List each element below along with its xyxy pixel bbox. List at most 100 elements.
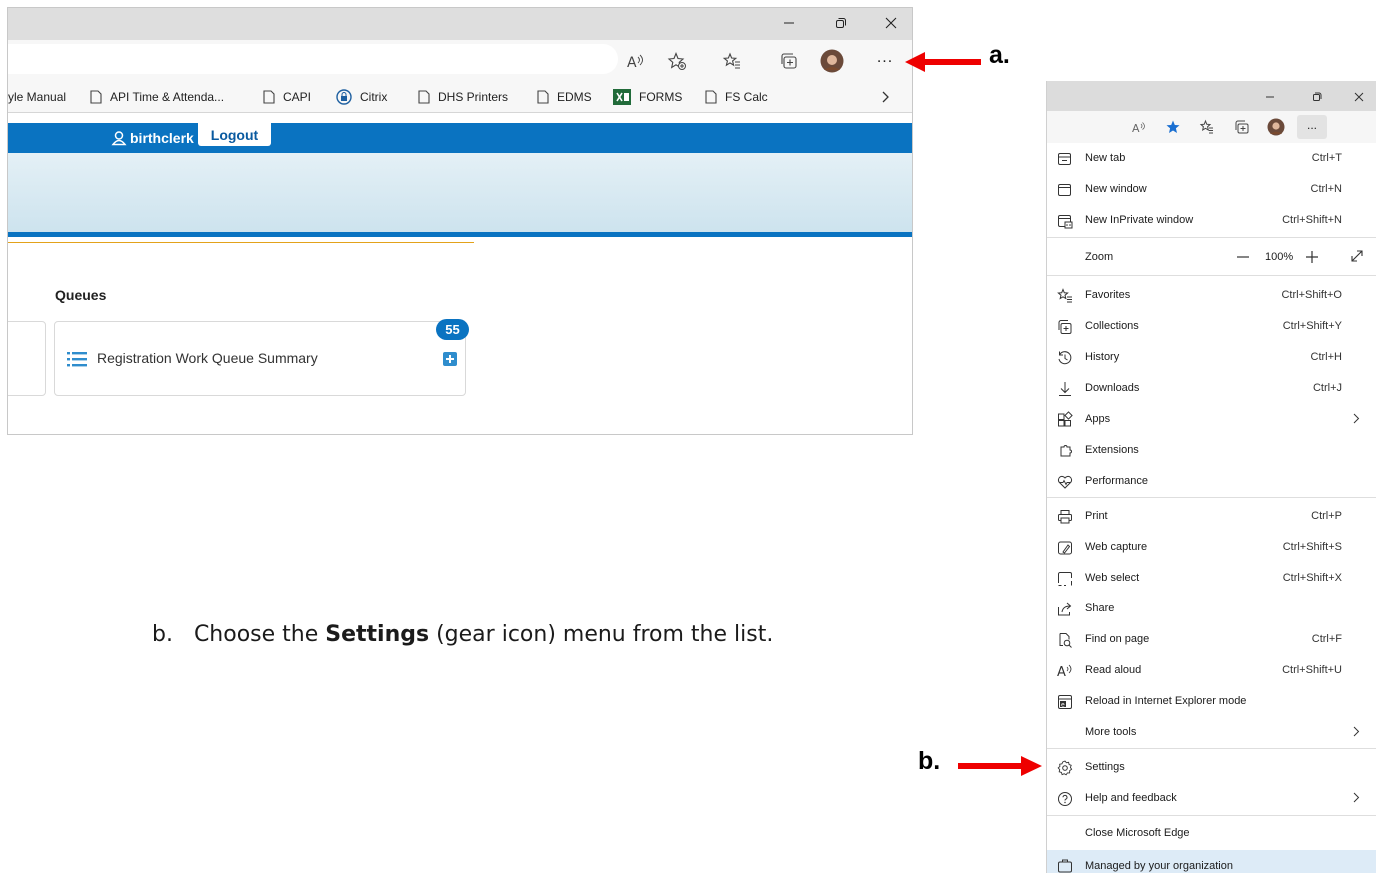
menu-item-downloads[interactable]: Downloads Ctrl+J bbox=[1047, 373, 1376, 404]
extensions-icon bbox=[1060, 445, 1072, 457]
new-tab-icon bbox=[1058, 153, 1071, 165]
close-icon bbox=[1354, 92, 1364, 102]
menu-item-collections[interactable]: Collections Ctrl+Shift+Y bbox=[1047, 311, 1376, 342]
collections-icon bbox=[781, 53, 797, 69]
web-capture-icon bbox=[1058, 541, 1072, 555]
expand-button[interactable] bbox=[443, 352, 457, 366]
favorites-icon bbox=[1199, 119, 1213, 134]
bookmark-item[interactable]: Citrix bbox=[336, 82, 387, 112]
svg-text:e: e bbox=[1061, 702, 1065, 709]
close-window-button[interactable] bbox=[1341, 84, 1376, 110]
queue-card[interactable]: Registration Work Queue Summary 55 bbox=[54, 319, 469, 396]
print-icon bbox=[1058, 510, 1072, 524]
read-aloud-icon: A bbox=[1057, 664, 1072, 680]
menu-item-apps[interactable]: Apps bbox=[1047, 404, 1376, 435]
menu-item-read-aloud[interactable]: A Read aloud Ctrl+Shift+U bbox=[1047, 655, 1376, 686]
menu-item-more-tools[interactable]: More tools bbox=[1047, 717, 1376, 748]
gear-icon bbox=[1057, 760, 1073, 776]
read-aloud-icon: A bbox=[627, 54, 643, 71]
add-favorite-button[interactable] bbox=[663, 48, 691, 74]
managed-by-organization-banner[interactable]: Managed by your organization bbox=[1047, 850, 1376, 873]
favorites-button[interactable] bbox=[718, 48, 746, 74]
list-icon bbox=[67, 352, 87, 367]
profile-button[interactable] bbox=[1262, 115, 1290, 139]
menu-item-new-window[interactable]: New window Ctrl+N bbox=[1047, 174, 1376, 205]
apps-icon bbox=[1058, 411, 1073, 427]
performance-icon bbox=[1057, 475, 1073, 489]
menu-item-help-and-feedback[interactable]: Help and feedback bbox=[1047, 783, 1376, 814]
bookmark-item[interactable]: API Time & Attenda... bbox=[90, 82, 224, 112]
bookmark-item[interactable]: yle Manual bbox=[8, 82, 66, 112]
forms-icon bbox=[613, 89, 631, 105]
queue-title[interactable]: Registration Work Queue Summary bbox=[97, 350, 318, 366]
menu-item-new-inprivate-window[interactable]: New InPrivate window Ctrl+Shift+N bbox=[1047, 205, 1376, 236]
menu-item-settings[interactable]: Settings bbox=[1047, 752, 1376, 783]
menu-item-favorites[interactable]: Favorites Ctrl+Shift+O bbox=[1047, 280, 1376, 311]
menu-item-close-edge[interactable]: Close Microsoft Edge bbox=[1047, 818, 1376, 849]
window-icon bbox=[1058, 184, 1071, 196]
arrow-a bbox=[905, 52, 981, 72]
restore-button[interactable] bbox=[1299, 84, 1335, 110]
svg-text:A: A bbox=[1132, 122, 1140, 135]
more-button[interactable]: ... bbox=[1297, 115, 1327, 139]
menu-item-share[interactable]: Share bbox=[1047, 593, 1376, 624]
bookmark-item[interactable]: FORMS bbox=[613, 82, 682, 112]
collections-button[interactable] bbox=[775, 48, 803, 74]
profile-button[interactable] bbox=[818, 48, 846, 74]
menu-separator bbox=[1047, 815, 1376, 816]
logout-button[interactable]: Logout bbox=[198, 123, 271, 146]
zoom-value: 100% bbox=[1265, 251, 1294, 263]
menu-item-zoom: Zoom 100% bbox=[1047, 242, 1376, 273]
avatar bbox=[1267, 118, 1285, 136]
ie-mode-icon: e bbox=[1058, 695, 1072, 709]
bookmark-item[interactable]: EDMS bbox=[537, 82, 592, 112]
favorite-star-button[interactable] bbox=[1159, 115, 1187, 139]
more-button[interactable]: ... bbox=[871, 48, 899, 74]
divider bbox=[8, 242, 474, 243]
favorites-button[interactable] bbox=[1193, 115, 1221, 139]
menu-item-web-capture[interactable]: Web capture Ctrl+Shift+S bbox=[1047, 532, 1376, 563]
bookmark-item[interactable]: FS Calc bbox=[705, 82, 768, 112]
minimize-button[interactable] bbox=[1252, 84, 1288, 110]
menu-item-ie-mode[interactable]: e Reload in Internet Explorer mode bbox=[1047, 686, 1376, 717]
find-icon bbox=[1059, 633, 1072, 648]
fullscreen-icon[interactable] bbox=[1350, 249, 1364, 263]
restore-button[interactable] bbox=[823, 10, 859, 36]
menu-item-new-tab[interactable]: New tab Ctrl+T bbox=[1047, 143, 1376, 174]
close-window-button[interactable] bbox=[873, 10, 909, 36]
edge-settings-menu: A ... New tab Ctrl+T New window Ctrl+N New… bbox=[1046, 81, 1376, 873]
bookmarks-overflow-button[interactable] bbox=[882, 82, 898, 112]
minimize-icon bbox=[784, 22, 794, 24]
menu-item-performance[interactable]: Performance bbox=[1047, 466, 1376, 497]
bookmark-item[interactable]: DHS Printers bbox=[418, 82, 508, 112]
section-heading: Queues bbox=[55, 287, 107, 303]
read-aloud-button[interactable]: A bbox=[1125, 115, 1153, 139]
page-icon bbox=[90, 90, 102, 104]
chevron-right-icon bbox=[882, 91, 889, 103]
annotation-label-a: a. bbox=[989, 41, 1010, 69]
menu-item-extensions[interactable]: Extensions bbox=[1047, 435, 1376, 466]
collections-icon bbox=[1058, 320, 1072, 334]
user-menu-link[interactable]: birthclerk bbox=[111, 123, 194, 153]
favorites-icon bbox=[722, 52, 740, 69]
menu-item-print[interactable]: Print Ctrl+P bbox=[1047, 501, 1376, 532]
menu-item-web-select[interactable]: Web select Ctrl+Shift+X bbox=[1047, 563, 1376, 594]
annotation-label-b: b. bbox=[918, 747, 941, 775]
divider bbox=[8, 232, 912, 237]
queue-card[interactable] bbox=[8, 321, 46, 396]
share-icon bbox=[1058, 602, 1072, 616]
citrix-icon bbox=[336, 89, 352, 105]
read-aloud-button[interactable]: A bbox=[622, 48, 650, 74]
minimize-button[interactable] bbox=[771, 10, 807, 36]
menu-item-history[interactable]: History Ctrl+H bbox=[1047, 342, 1376, 373]
zoom-out-icon[interactable] bbox=[1237, 251, 1249, 263]
address-field[interactable] bbox=[8, 44, 618, 74]
zoom-in-icon[interactable] bbox=[1306, 251, 1318, 263]
svg-text:A: A bbox=[627, 55, 637, 71]
menu-separator bbox=[1047, 275, 1376, 276]
page-icon bbox=[537, 90, 549, 104]
menu-item-find-on-page[interactable]: Find on page Ctrl+F bbox=[1047, 624, 1376, 655]
chevron-right-icon bbox=[1353, 413, 1360, 424]
collections-button[interactable] bbox=[1228, 115, 1256, 139]
bookmark-item[interactable]: CAPI bbox=[263, 82, 311, 112]
